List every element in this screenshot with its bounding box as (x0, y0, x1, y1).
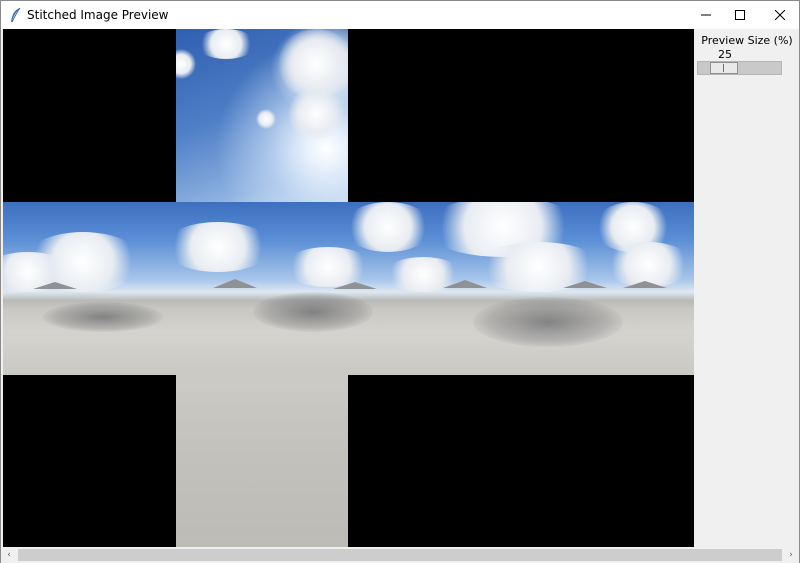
title-bar[interactable]: Stitched Image Preview (1, 1, 799, 29)
control-panel: Preview Size (%) 25 (695, 29, 799, 547)
preview-size-label: Preview Size (%) (701, 34, 793, 47)
scroll-right-button[interactable]: › (783, 547, 799, 563)
close-icon (775, 10, 785, 20)
window-title: Stitched Image Preview (27, 8, 169, 22)
chevron-left-icon: ‹ (7, 550, 11, 560)
scrollbar-thumb[interactable] (18, 549, 782, 561)
scrollbar-track[interactable] (18, 549, 782, 561)
scroll-left-button[interactable]: ‹ (1, 547, 17, 563)
preview-size-value: 25 (718, 48, 732, 61)
slider-thumb[interactable] (710, 62, 738, 74)
maximize-icon (735, 10, 745, 20)
horizontal-scrollbar[interactable]: ‹ › (1, 547, 799, 563)
preview-window: Stitched Image Preview Preview Size (%) … (0, 0, 800, 563)
cubemap-face-top (176, 29, 348, 202)
close-button[interactable] (757, 1, 800, 29)
chevron-right-icon: › (789, 550, 793, 560)
preview-size-slider[interactable] (697, 61, 782, 75)
cubemap-face-bottom (176, 375, 348, 547)
stitched-image-canvas[interactable] (3, 29, 694, 547)
minimize-icon (701, 10, 711, 20)
feather-icon (9, 7, 23, 23)
cubemap-face-strip (3, 202, 694, 375)
